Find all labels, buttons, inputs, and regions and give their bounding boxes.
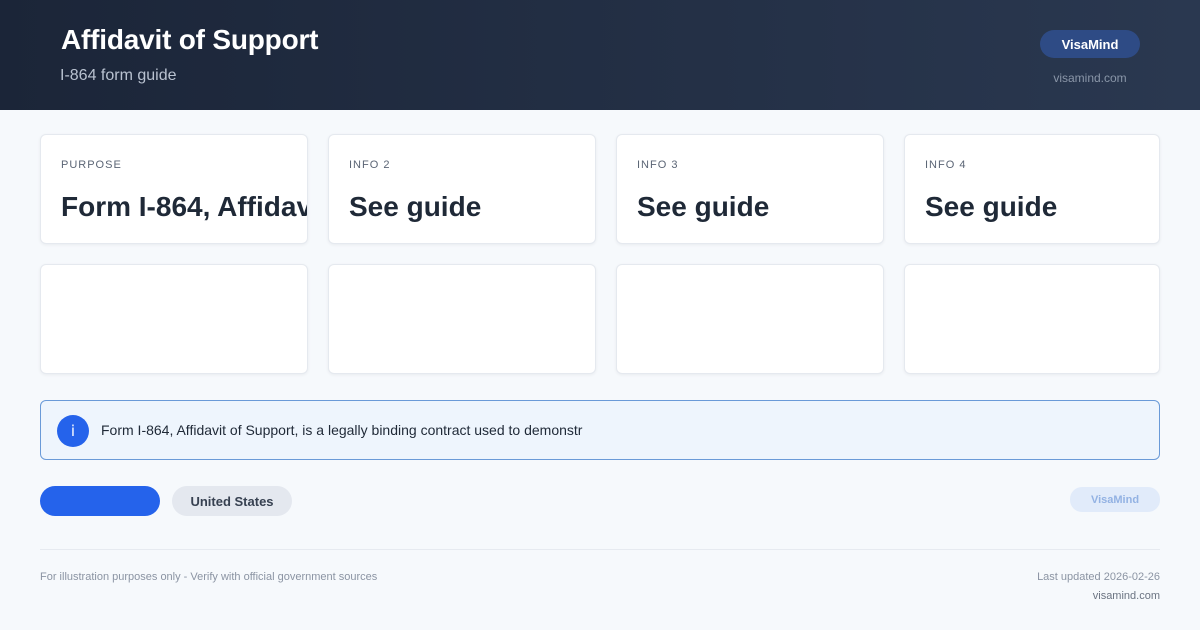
card-value: Form I-864, Affidavit of Support	[61, 191, 307, 222]
header-banner: Affidavit of Support I-864 form guide Vi…	[0, 0, 1200, 110]
empty-card-6	[328, 264, 596, 374]
last-updated: Last updated 2026-02-26	[1037, 571, 1160, 583]
page-subtitle: I-864 form guide	[60, 67, 177, 84]
brand-domain: visamind.com	[1053, 71, 1127, 85]
info-card-2: INFO 2 See guide	[328, 134, 596, 244]
empty-card-7	[616, 264, 884, 374]
info-banner: i Form I-864, Affidavit of Support, is a…	[40, 400, 1160, 460]
info-card-4: INFO 4 See guide	[904, 134, 1160, 244]
card-label: INFO 2	[349, 159, 391, 171]
empty-card-8	[904, 264, 1160, 374]
info-icon: i	[57, 415, 89, 447]
primary-tag-button[interactable]	[40, 486, 160, 516]
card-value: See guide	[637, 191, 770, 222]
card-label: PURPOSE	[61, 159, 122, 171]
footer-disclaimer: For illustration purposes only - Verify …	[40, 571, 378, 583]
page-title: Affidavit of Support	[61, 24, 319, 55]
country-tag[interactable]: United States	[172, 486, 292, 516]
footer-domain[interactable]: visamind.com	[1093, 590, 1160, 602]
card-value: See guide	[925, 191, 1058, 222]
card-label: INFO 4	[925, 159, 967, 171]
brand-badge[interactable]: VisaMind	[1040, 30, 1140, 58]
empty-card-5	[40, 264, 308, 374]
info-card-purpose: PURPOSE Form I-864, Affidavit of Support	[40, 134, 308, 244]
info-card-3: INFO 3 See guide	[616, 134, 884, 244]
footer-divider	[40, 549, 1160, 550]
card-label: INFO 3	[637, 159, 679, 171]
brand-tag[interactable]: VisaMind	[1070, 487, 1160, 512]
info-text: Form I-864, Affidavit of Support, is a l…	[101, 422, 583, 438]
card-value: See guide	[349, 191, 482, 222]
